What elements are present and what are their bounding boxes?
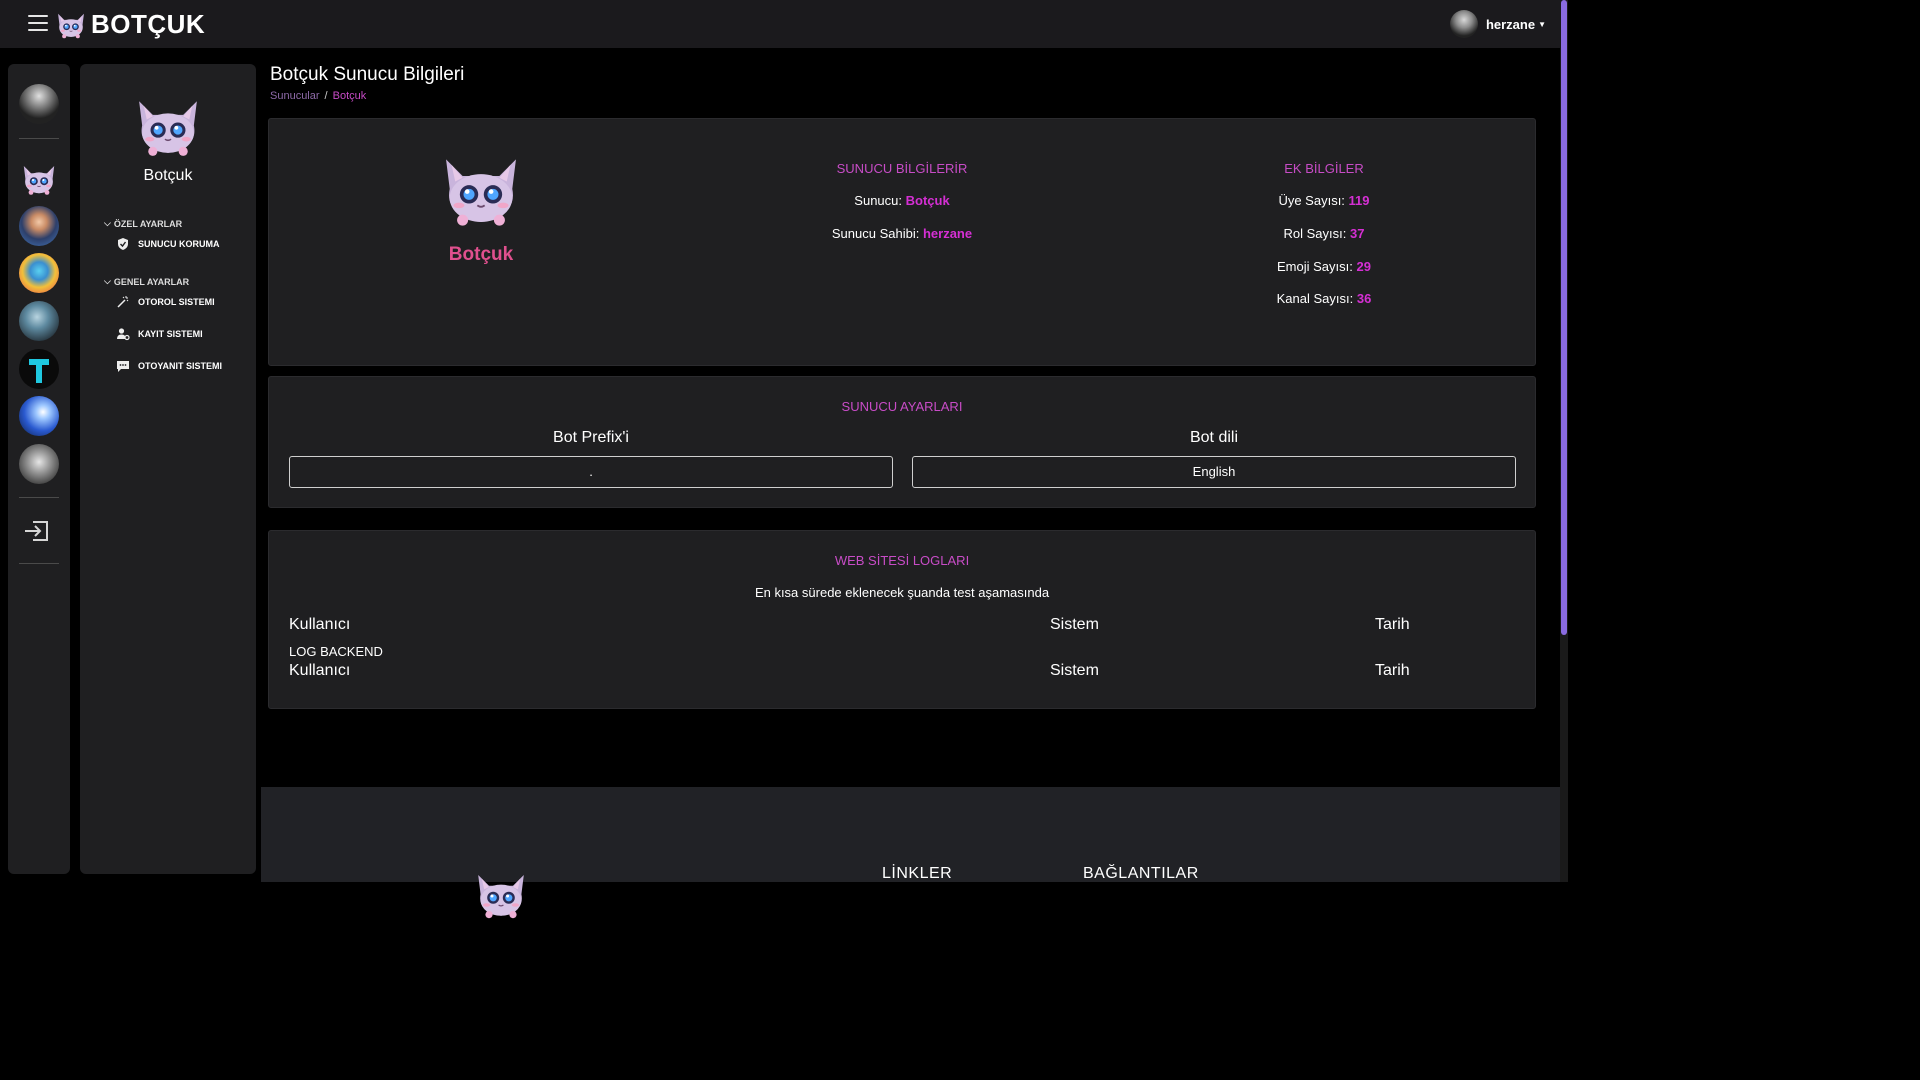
server-label: Sunucu: (854, 193, 902, 208)
server-info-card: Botçuk SUNUCU BİLGİLERİR Sunucu: Botçuk … (268, 118, 1536, 366)
column-header-date: Tarih (1375, 616, 1410, 633)
emoji-count-row: Emoji Sayısı: 29 (1224, 259, 1424, 274)
divider (19, 138, 59, 139)
chevron-down-icon: ⌵ (104, 218, 111, 228)
server-avatar-5[interactable] (19, 349, 59, 389)
server-logo (130, 86, 206, 162)
server-info-heading: SUNUCU BİLGİLERİR (836, 161, 968, 176)
page-title: Botçuk Sunucu Bilgileri (270, 64, 465, 85)
logs-heading: WEB SİTESİ LOGLARI (834, 553, 970, 568)
chat-icon (117, 361, 129, 372)
brand-name: BOTÇUK (91, 8, 206, 39)
divider (19, 563, 59, 564)
letter-t-icon (29, 359, 49, 383)
footer-links-heading: LİNKLER (882, 865, 953, 882)
channels-value: 36 (1356, 291, 1372, 306)
server-name-large: Botçuk (448, 244, 514, 265)
section-label: GENEL AYARLAR (113, 276, 190, 287)
menu-item-label: KAYIT SISTEMI (138, 329, 203, 339)
chevron-down-icon: ▼ (1538, 19, 1546, 29)
roles-value: 37 (1350, 226, 1365, 241)
cat-server-icon (19, 158, 59, 198)
user-avatar (1449, 10, 1478, 38)
language-label: Bot dili (1189, 429, 1239, 446)
breadcrumb: Sunucular / Botçuk (270, 90, 366, 102)
log-row-user: Kullanıcı (289, 662, 351, 679)
column-header-user: Kullanıcı (289, 616, 351, 633)
member-count-row: Üye Sayısı: 119 (1224, 193, 1424, 208)
roles-label: Rol Sayısı: (1283, 226, 1347, 241)
server-name: Botçuk (143, 167, 193, 184)
user-gear-icon (117, 328, 130, 341)
settings-heading: SUNUCU AYARLARI (841, 399, 963, 414)
hamburger-menu-icon[interactable] (28, 15, 48, 33)
server-avatar-4[interactable] (19, 301, 59, 341)
server-avatar-6[interactable] (19, 396, 59, 436)
chevron-down-icon: ⌵ (104, 276, 111, 286)
owner-label: Sunucu Sahibi: (831, 226, 920, 241)
menu-item-sunucu-koruma[interactable]: SUNUCU KORUMA (116, 237, 220, 251)
emojis-label: Emoji Sayısı: (1277, 259, 1353, 274)
channel-count-row: Kanal Sayısı: 36 (1224, 291, 1424, 306)
prefix-label: Bot Prefix'i (553, 429, 629, 446)
extra-info-heading: EK BİLGİLER (1284, 161, 1364, 176)
menu-item-label: OTOYANIT SISTEMI (138, 361, 223, 371)
divider (19, 497, 59, 498)
log-row-system: Sistem (1050, 662, 1099, 679)
brand-logo[interactable]: BOTÇUK (54, 6, 205, 42)
server-name-row: Sunucu: Botçuk (752, 193, 1052, 208)
section-genel-ayarlar[interactable]: ⌵ GENEL AYARLAR (104, 276, 189, 287)
server-avatar-7[interactable] (19, 444, 59, 484)
server-avatar-3[interactable] (19, 253, 59, 293)
column-header-system: Sistem (1050, 616, 1099, 633)
emojis-value: 29 (1356, 259, 1371, 274)
role-count-row: Rol Sayısı: 37 (1224, 226, 1424, 241)
menu-item-otorol[interactable]: OTOROL SISTEMI (116, 295, 215, 309)
website-logs-card: WEB SİTESİ LOGLARI En kısa sürede eklene… (268, 530, 1536, 709)
server-avatar-2[interactable] (19, 206, 59, 246)
owner-value: herzane (922, 226, 973, 241)
menu-item-label: OTOROL SISTEMI (138, 297, 215, 307)
section-label: ÖZEL AYARLAR (113, 218, 183, 229)
prefix-input[interactable]: . (289, 456, 893, 488)
log-backend-label: LOG BACKEND (289, 644, 383, 659)
channels-label: Kanal Sayısı: (1276, 291, 1354, 306)
shield-icon (118, 238, 128, 250)
logout-icon[interactable] (23, 519, 51, 543)
members-label: Üye Sayısı: (1278, 193, 1345, 208)
scrollbar-thumb[interactable] (1561, 0, 1567, 635)
members-value: 119 (1348, 193, 1370, 208)
footer-logo (471, 863, 531, 923)
server-avatar-botcuk[interactable] (19, 158, 59, 198)
user-name: herzane (1485, 16, 1536, 32)
server-settings-panel: Botçuk ⌵ ÖZEL AYARLAR SUNUCU KORUMA ⌵ GE… (80, 64, 256, 874)
server-settings-card: SUNUCU AYARLARI Bot Prefix'i . Bot dili … (268, 376, 1536, 508)
log-row-date: Tarih (1375, 662, 1410, 679)
logs-note: En kısa sürede eklenecek şuanda test aşa… (754, 585, 1050, 600)
server-icon-large (435, 141, 527, 233)
magic-wand-icon (117, 296, 129, 308)
footer: LİNKLER BAĞLANTILAR (261, 787, 1560, 882)
menu-item-label: SUNUCU KORUMA (138, 239, 220, 249)
footer-connections-heading: BAĞLANTILAR (1083, 865, 1199, 882)
server-avatar-home[interactable] (19, 84, 59, 124)
breadcrumb-current: Botçuk (332, 90, 367, 102)
user-menu[interactable]: herzane ▼ (1449, 10, 1546, 38)
breadcrumb-sunucular[interactable]: Sunucular (270, 90, 320, 102)
server-owner-row: Sunucu Sahibi: herzane (752, 226, 1052, 241)
top-navbar: BOTÇUK herzane ▼ (0, 0, 1568, 48)
language-select[interactable]: English (912, 456, 1516, 488)
server-rail (8, 64, 70, 874)
breadcrumb-separator: / (324, 90, 328, 102)
cat-logo-icon (54, 7, 88, 41)
menu-item-otoyanit[interactable]: OTOYANIT SISTEMI (116, 359, 222, 373)
menu-item-kayit[interactable]: KAYIT SISTEMI (116, 327, 203, 341)
section-ozel-ayarlar[interactable]: ⌵ ÖZEL AYARLAR (104, 218, 182, 229)
server-value: Botçuk (905, 193, 950, 208)
